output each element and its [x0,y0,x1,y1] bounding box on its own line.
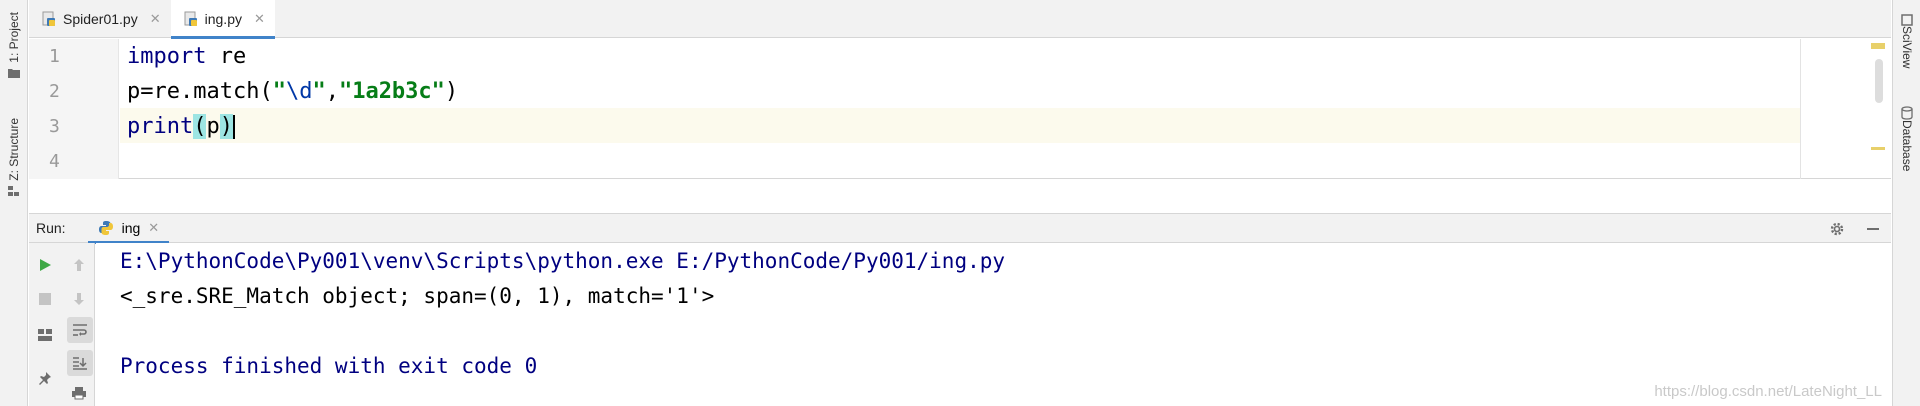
error-stripe[interactable] [1871,39,1885,179]
run-toolbar [29,243,95,406]
tool-tab-structure[interactable]: Z: Structure [0,118,28,197]
tool-tab-sciview-label: SciView [1900,26,1914,69]
line-number: 1 [49,46,60,67]
arrow-down-icon [74,293,84,305]
arrow-up-icon [74,259,84,271]
rerun-button[interactable] [33,253,57,277]
printer-icon [72,387,86,400]
soft-wrap-icon [73,324,87,336]
escape-sequence: \d [285,79,313,104]
minimize-icon[interactable] [1865,221,1881,237]
line-gutter: 1 2 3 4 [29,39,119,179]
tool-tab-project[interactable]: 1: Project [0,12,28,79]
current-line-highlight [120,108,1801,143]
right-tool-strip: SciView Database [1892,0,1920,406]
gear-icon[interactable] [1829,221,1845,237]
code-editor[interactable]: 1 2 3 4 import re p=re.match(" \d ", "1a2b3… [29,39,1891,179]
line-number: 2 [49,81,60,102]
text-caret [232,114,235,139]
tab-ing[interactable]: ing.py ✕ [170,0,276,39]
scroll-to-end-button[interactable] [67,350,93,376]
code-arg: p [206,114,220,139]
builtin-print: print [127,114,194,139]
run-icon [40,259,51,271]
print-button[interactable] [67,381,91,405]
tab-spider01-label: Spider01.py [63,11,138,27]
python-file-icon [184,11,197,26]
python-icon [98,221,113,235]
editor-scrollbar[interactable] [1875,59,1883,103]
line-number: 3 [49,116,60,137]
keyword-import: import [127,44,207,69]
run-panel-label: Run: [36,220,66,236]
code-comma: , [325,79,339,104]
console-line-output: <_sre.SRE_Match object; span=(0, 1), mat… [120,284,715,308]
structure-icon [8,185,19,196]
soft-wrap-button[interactable] [67,317,93,343]
pin-tab-button[interactable] [33,366,57,390]
close-icon[interactable]: ✕ [254,11,265,27]
tool-tab-database-label: Database [1900,120,1914,172]
scroll-to-end-icon [73,357,87,370]
run-panel-header: Run: ing ✕ [29,213,1891,244]
paren-match: ) [219,114,233,139]
warning-marker[interactable] [1871,43,1885,49]
editor-tab-bar: Spider01.py ✕ ing.py ✕ [29,0,1891,39]
tab-spider01[interactable]: Spider01.py ✕ [29,0,171,38]
watermark: https://blog.csdn.net/LateNight_LL [1654,383,1882,400]
code-text: re [206,44,247,69]
tool-tab-database[interactable]: Database [1893,106,1920,171]
layout-icon [38,329,52,341]
console-line-command: E:\PythonCode\Py001\venv\Scripts\python.… [120,249,1006,273]
right-margin-guide [1800,39,1801,179]
database-icon [1901,106,1913,120]
run-console[interactable]: E:\PythonCode\Py001\venv\Scripts\python.… [96,243,1891,406]
restore-layout-button[interactable] [33,323,57,347]
left-tool-strip: 1: Project Z: Structure [0,0,28,406]
run-header-actions [1829,214,1881,244]
run-tab-label: ing [121,220,141,236]
string-quote: " [312,79,326,104]
sciview-icon [1901,14,1913,26]
paren-match: ( [193,114,207,139]
scroll-down-button[interactable] [67,287,91,311]
folder-icon [8,68,20,78]
line-number: 4 [49,151,60,172]
tool-tab-structure-label: Z: Structure [7,118,21,181]
code-text: p=re.match( [127,79,273,104]
code-line-3[interactable]: print(p) [127,109,235,144]
code-paren: ) [444,79,459,104]
close-icon[interactable]: ✕ [150,11,161,27]
string-literal: "1a2b3c" [338,79,445,104]
warning-marker[interactable] [1871,147,1885,150]
stop-button[interactable] [33,287,57,311]
string-quote: " [272,79,286,104]
python-file-icon [42,11,55,26]
console-line-exit: Process finished with exit code 0 [120,354,538,378]
run-tab-ing[interactable]: ing ✕ [87,213,170,244]
pin-icon [39,372,51,385]
tab-ing-label: ing.py [204,11,242,27]
tool-tab-project-label: 1: Project [7,12,21,63]
close-icon[interactable]: ✕ [148,220,159,236]
code-line-2[interactable]: p=re.match(" \d ", "1a2b3c") [127,74,458,109]
code-line-1[interactable]: import re [127,39,246,74]
scroll-up-button[interactable] [67,253,91,277]
tool-tab-sciview[interactable]: SciView [1893,14,1920,68]
stop-icon [39,293,51,305]
